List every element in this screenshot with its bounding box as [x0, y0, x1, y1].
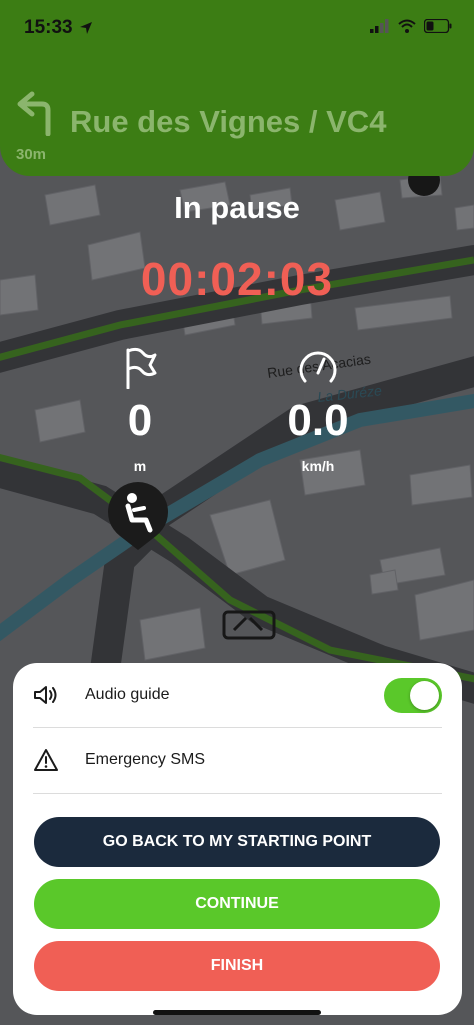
home-indicator[interactable]	[153, 1010, 321, 1015]
pause-title: In pause	[174, 190, 300, 225]
cellular-signal-icon	[370, 19, 389, 33]
wifi-icon	[398, 19, 416, 33]
status-indicators	[370, 19, 452, 33]
speed-stat: 0.0 km/h	[258, 346, 378, 474]
audio-guide-row: Audio guide	[33, 663, 442, 727]
turn-distance: 30m	[16, 146, 47, 163]
flag-icon	[126, 347, 157, 389]
user-position-marker	[108, 482, 168, 550]
pause-options-sheet: Audio guide Emergency SMS GO BACK TO MY …	[13, 663, 462, 1015]
speaker-icon	[34, 686, 57, 704]
distance-value: 0	[127, 396, 153, 445]
street-name: Rue des Vignes / VC4	[70, 104, 387, 139]
elapsed-timer: 00:02:03	[140, 253, 334, 305]
emergency-sms-row[interactable]: Emergency SMS	[33, 728, 442, 792]
status-time: 15:33	[24, 17, 73, 38]
warning-triangle-icon	[34, 749, 58, 771]
row-divider	[33, 793, 442, 794]
go-back-to-start-button[interactable]: GO BACK TO MY STARTING POINT	[34, 817, 440, 867]
emergency-sms-label: Emergency SMS	[85, 751, 206, 768]
distance-unit: m	[133, 458, 147, 474]
status-bar: 15:33	[0, 0, 474, 56]
speed-unit: km/h	[301, 458, 335, 474]
battery-low-icon	[424, 19, 452, 33]
location-arrow-icon	[79, 22, 92, 34]
audio-guide-toggle[interactable]	[384, 677, 442, 713]
speed-value: 0.0	[287, 396, 349, 445]
finish-button[interactable]: FINISH	[34, 941, 440, 991]
turn-left-arrow-icon	[17, 91, 51, 136]
speedometer-icon	[299, 351, 337, 383]
status-time-group: 15:33	[24, 17, 93, 39]
continue-button[interactable]: CONTINUE	[34, 879, 440, 929]
toggle-knob	[410, 680, 439, 710]
audio-guide-label: Audio guide	[85, 686, 170, 703]
distance-stat: 0 m	[80, 346, 200, 474]
